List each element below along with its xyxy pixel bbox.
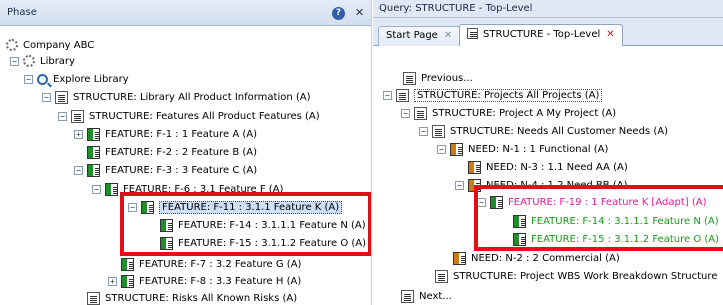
- query-results-tree: Previous... − STRUCTURE: Projects All Pr…: [373, 46, 723, 305]
- tree-item-structure-needs[interactable]: − STRUCTURE: Needs All Customer Needs (A…: [419, 122, 668, 140]
- tree-item-project-wbs[interactable]: STRUCTURE: Project WBS Work Breakdown St…: [435, 267, 717, 285]
- tab-label: Start Page: [386, 30, 438, 41]
- tree-item-label: Previous...: [421, 72, 473, 84]
- tree-item-label: FEATURE: F-7 : 3.2 Feature G (A): [139, 258, 302, 270]
- collapse-toggle[interactable]: −: [24, 74, 33, 84]
- tree-item-label: Library: [40, 55, 75, 67]
- document-icon: [435, 269, 448, 283]
- need-icon: [450, 142, 463, 156]
- gear-icon: [23, 55, 35, 67]
- tree-item-label: Explore Library: [53, 73, 129, 85]
- tree-item-label: STRUCTURE: Needs All Customer Needs (A): [450, 125, 668, 137]
- phase-panel: Phase ? ✕ Company ABC − Library − Explor…: [0, 0, 372, 305]
- highlight-box: [120, 192, 371, 256]
- tab-label: STRUCTURE - Top-Level: [483, 29, 601, 40]
- feature-icon: [87, 145, 100, 159]
- tree-item-label: FEATURE: F-8 : 3.3 Feature H (A): [139, 275, 302, 287]
- collapse-toggle[interactable]: −: [437, 144, 446, 154]
- tree-item-label: STRUCTURE: Project WBS Work Breakdown St…: [453, 270, 718, 282]
- tree-item-structure-projects[interactable]: − STRUCTURE: Projects All Projects (A): [383, 86, 603, 104]
- tree-item-label: NEED: N-1 : 1 Functional (A): [468, 143, 609, 155]
- document-icon: [55, 90, 68, 104]
- tree-item-structure-library[interactable]: − STRUCTURE: Library All Product Informa…: [42, 88, 311, 106]
- collapse-toggle[interactable]: −: [42, 92, 51, 102]
- query-title: Query: STRUCTURE - Top-Level: [379, 3, 533, 14]
- feature-icon: [105, 182, 118, 196]
- tree-item-label: Next...: [419, 290, 452, 302]
- tree-item-label: FEATURE: F-1 : 1 Feature A (A): [105, 128, 257, 140]
- feature-icon: [87, 163, 100, 177]
- feature-icon: [87, 127, 100, 141]
- tree-item-label: STRUCTURE: Projects All Projects (A): [414, 88, 603, 102]
- search-icon: [37, 73, 48, 85]
- tree-item-label: Company ABC: [23, 39, 95, 51]
- tree-item-next[interactable]: Next...: [401, 287, 452, 305]
- need-icon: [453, 251, 466, 265]
- tree-item-label: FEATURE: F-2 : 2 Feature B (A): [105, 146, 258, 158]
- collapse-toggle[interactable]: −: [419, 126, 428, 136]
- tree-item-structure-risks[interactable]: STRUCTURE: Risks All Known Risks (A): [87, 289, 297, 305]
- document-icon: [87, 291, 100, 305]
- tree-item-feature-f1[interactable]: + FEATURE: F-1 : 1 Feature A (A): [74, 125, 257, 143]
- expand-toggle[interactable]: +: [108, 276, 117, 286]
- gear-icon: [6, 39, 18, 51]
- tree-item-feature-f3[interactable]: − FEATURE: F-3 : 3 Feature C (A): [74, 161, 257, 179]
- tree-item-structure-features[interactable]: − STRUCTURE: Features All Product Featur…: [58, 107, 320, 125]
- tab-structure-top-level[interactable]: STRUCTURE - Top-Level ✕: [459, 24, 623, 47]
- tree-item-project-a[interactable]: − STRUCTURE: Project A My Project (A): [401, 104, 616, 122]
- need-icon: [468, 160, 481, 174]
- query-header: Query: STRUCTURE - Top-Level: [373, 0, 723, 18]
- collapse-toggle[interactable]: −: [74, 165, 83, 175]
- help-icon[interactable]: ?: [332, 7, 345, 20]
- tree-item-need-n3[interactable]: NEED: N-3 : 1.1 Need AA (A): [468, 158, 628, 176]
- collapse-toggle[interactable]: −: [455, 180, 464, 190]
- panel-title: Phase: [7, 7, 37, 18]
- document-icon: [467, 28, 478, 39]
- close-icon[interactable]: ✕: [606, 29, 614, 40]
- tree-item-label: STRUCTURE: Project A My Project (A): [432, 107, 617, 119]
- collapse-toggle[interactable]: −: [92, 184, 101, 194]
- close-icon[interactable]: ✕: [444, 30, 452, 41]
- tab-start-page[interactable]: Start Page ✕: [378, 26, 461, 46]
- tree-item-need-n2[interactable]: NEED: N-2 : 2 Commercial (A): [453, 249, 620, 267]
- highlight-box: [474, 185, 723, 251]
- tree-item-label: NEED: N-3 : 1.1 Need AA (A): [486, 161, 628, 173]
- phase-panel-header: Phase ? ✕: [0, 0, 371, 26]
- tree-item-feature-f8[interactable]: + FEATURE: F-8 : 3.3 Feature H (A): [108, 272, 301, 290]
- feature-icon: [121, 274, 134, 288]
- collapse-toggle[interactable]: −: [58, 111, 67, 121]
- tree-item-label: STRUCTURE: Risks All Known Risks (A): [105, 292, 298, 304]
- tree-item-feature-f2[interactable]: FEATURE: F-2 : 2 Feature B (A): [87, 143, 257, 161]
- tree-item-label: FEATURE: F-3 : 3 Feature C (A): [105, 164, 258, 176]
- close-icon[interactable]: ✕: [352, 5, 367, 20]
- tree-item-explore-library[interactable]: − Explore Library: [24, 70, 129, 88]
- feature-icon: [121, 257, 134, 271]
- query-panel: Query: STRUCTURE - Top-Level Start Page ✕…: [373, 0, 723, 305]
- collapse-toggle[interactable]: −: [401, 108, 410, 118]
- document-icon: [396, 88, 409, 102]
- document-icon: [401, 289, 414, 303]
- document-icon: [403, 71, 416, 85]
- tree-item-label: STRUCTURE: Features All Product Features…: [89, 110, 320, 122]
- tree-item-need-n1[interactable]: − NEED: N-1 : 1 Functional (A): [437, 140, 608, 158]
- tab-strip: Start Page ✕ STRUCTURE - Top-Level ✕: [373, 18, 723, 47]
- tree-item-previous[interactable]: Previous...: [403, 69, 473, 87]
- document-icon: [71, 109, 84, 123]
- document-icon: [432, 124, 445, 138]
- collapse-toggle[interactable]: −: [383, 90, 392, 100]
- tree-item-label: NEED: N-2 : 2 Commercial (A): [471, 252, 620, 264]
- document-icon: [414, 106, 427, 120]
- tree-item-library[interactable]: − Library: [10, 52, 75, 70]
- tree-item-feature-f7[interactable]: FEATURE: F-7 : 3.2 Feature G (A): [121, 255, 301, 273]
- tree-item-label: STRUCTURE: Library All Product Informati…: [73, 91, 311, 103]
- expand-toggle[interactable]: +: [74, 129, 83, 139]
- collapse-toggle[interactable]: −: [10, 56, 19, 66]
